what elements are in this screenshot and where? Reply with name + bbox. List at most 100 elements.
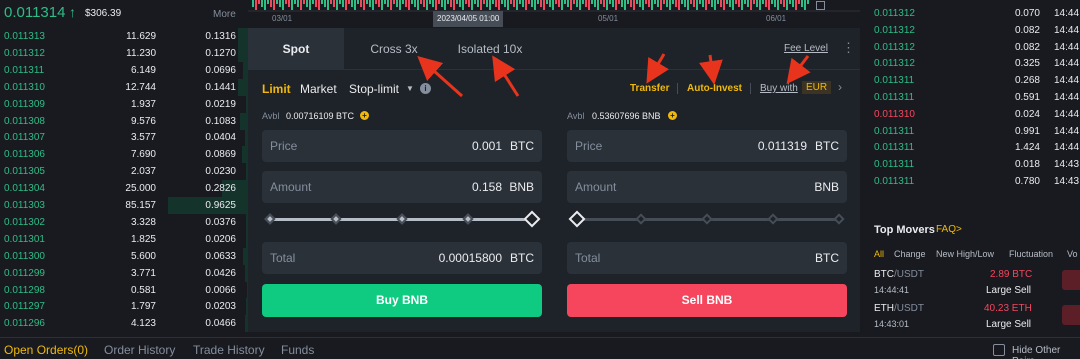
buy-price-field[interactable]: Price 0.001 BTC bbox=[262, 130, 542, 162]
volume-bar bbox=[453, 0, 455, 10]
volume-bar bbox=[390, 0, 392, 10]
chart-checkbox-icon[interactable] bbox=[816, 1, 825, 10]
trade-time: 14:44 bbox=[1054, 58, 1080, 70]
plus-circle-icon[interactable]: + bbox=[360, 111, 369, 120]
order-book-row[interactable]: 0.011300 5.600 0.0633 bbox=[0, 247, 248, 265]
order-book-row[interactable]: 0.011309 1.937 0.0219 bbox=[0, 95, 248, 113]
order-book-row[interactable]: 0.011311 6.149 0.0696 bbox=[0, 61, 248, 79]
row-total: 0.0869 bbox=[205, 149, 236, 161]
trade-price: 0.011312 bbox=[874, 8, 915, 19]
buy-amount-field[interactable]: Amount 0.158 BNB bbox=[262, 171, 542, 203]
hide-pairs-checkbox[interactable] bbox=[993, 344, 1005, 356]
buy-total-field[interactable]: Total 0.00015800 BTC bbox=[262, 242, 542, 274]
order-type-limit[interactable]: Limit bbox=[262, 82, 291, 96]
order-book-row[interactable]: 0.011304 25.000 0.2826 bbox=[0, 180, 248, 198]
filter-new-high-low[interactable]: New High/Low bbox=[936, 249, 994, 259]
currency-badge[interactable]: EUR bbox=[802, 81, 832, 94]
sell-amount-field[interactable]: Amount BNB bbox=[567, 171, 847, 203]
slider-stop[interactable] bbox=[767, 213, 779, 225]
tab-funds[interactable]: Funds bbox=[281, 343, 314, 357]
slider-stop[interactable] bbox=[833, 213, 845, 225]
order-book-row[interactable]: 0.011301 1.825 0.0206 bbox=[0, 230, 248, 248]
trade-row: 0.011311 0.268 14:44 bbox=[860, 73, 1080, 89]
row-total: 0.0426 bbox=[205, 267, 236, 279]
sell-amount-slider[interactable] bbox=[568, 210, 845, 228]
field-value[interactable]: 0.011319 bbox=[758, 130, 807, 162]
field-unit: BNB bbox=[814, 180, 839, 194]
market-trades: 0.011312 0.070 14:44 0.011312 0.082 14:44 0.01… bbox=[860, 0, 1080, 190]
buy-with-link[interactable]: Buy with bbox=[760, 83, 798, 94]
plus-circle-icon[interactable]: + bbox=[668, 111, 677, 120]
volume-bar bbox=[414, 0, 416, 7]
price-chart[interactable]: 03/01 05/01 06/01 2023/04/05 01:00 bbox=[248, 0, 860, 28]
volume-bar bbox=[498, 0, 500, 10]
sell-price-field[interactable]: Price 0.011319 BTC bbox=[567, 130, 847, 162]
order-book-row[interactable]: 0.011296 4.123 0.0466 bbox=[0, 315, 248, 332]
mover-label: Large Sell bbox=[986, 285, 1032, 296]
slider-stop[interactable] bbox=[462, 213, 474, 225]
buy-amount-slider[interactable] bbox=[264, 210, 541, 228]
slider-stop[interactable] bbox=[701, 213, 713, 225]
fee-level-link[interactable]: Fee Level bbox=[784, 43, 828, 54]
trade-amount: 0.325 bbox=[1014, 58, 1040, 70]
order-type-stop-limit[interactable]: Stop-limit bbox=[349, 82, 399, 96]
order-book-row[interactable]: 0.011305 2.037 0.0230 bbox=[0, 163, 248, 181]
volume-bar bbox=[510, 0, 512, 4]
row-amount: 7.690 bbox=[130, 149, 156, 161]
slider-stop[interactable] bbox=[635, 213, 647, 225]
sell-button[interactable]: Sell BNB bbox=[567, 284, 847, 317]
order-book-row[interactable]: 0.011298 0.581 0.0066 bbox=[0, 281, 248, 299]
order-book-row[interactable]: 0.011303 85.157 0.9625 bbox=[0, 197, 248, 214]
more-link[interactable]: More bbox=[213, 9, 236, 20]
transfer-link[interactable]: Transfer bbox=[630, 83, 669, 94]
faq-link[interactable]: FAQ> bbox=[936, 224, 962, 235]
order-book-row[interactable]: 0.011307 3.577 0.0404 bbox=[0, 129, 248, 147]
trade-amount: 0.991 bbox=[1014, 125, 1040, 137]
buy-button[interactable]: Buy BNB bbox=[262, 284, 542, 317]
filter-fluctuation[interactable]: Fluctuation bbox=[1009, 249, 1053, 259]
caret-down-icon[interactable]: ▼ bbox=[406, 84, 414, 93]
auto-invest-link[interactable]: Auto-Invest bbox=[687, 83, 742, 94]
tab-cross[interactable]: Cross 3x bbox=[364, 28, 424, 70]
depth-bar bbox=[238, 44, 248, 62]
top-movers-title: Top Movers bbox=[874, 224, 935, 236]
filter-volume[interactable]: Vo bbox=[1067, 249, 1078, 259]
volume-bar bbox=[411, 0, 413, 4]
field-value[interactable]: 0.00015800 bbox=[439, 242, 502, 274]
tab-isolated[interactable]: Isolated 10x bbox=[450, 28, 530, 70]
field-label: Price bbox=[575, 139, 603, 153]
order-book-row[interactable]: 0.011312 11.230 0.1270 bbox=[0, 44, 248, 62]
order-book-row[interactable]: 0.011299 3.771 0.0426 bbox=[0, 264, 248, 282]
order-book-row[interactable]: 0.011306 7.690 0.0869 bbox=[0, 146, 248, 164]
field-unit: BNB bbox=[509, 180, 534, 194]
slider-thumb[interactable] bbox=[523, 210, 541, 228]
chevron-right-icon[interactable]: › bbox=[838, 80, 842, 94]
filter-all[interactable]: All bbox=[874, 249, 884, 259]
slider-stop[interactable] bbox=[396, 213, 408, 225]
order-type-market[interactable]: Market bbox=[300, 82, 337, 96]
info-icon[interactable]: i bbox=[420, 83, 431, 94]
tab-open-orders[interactable]: Open Orders(0) bbox=[4, 343, 88, 357]
volume-bar bbox=[360, 0, 362, 7]
order-book-row[interactable]: 0.011302 3.328 0.0376 bbox=[0, 213, 248, 231]
row-amount: 3.577 bbox=[130, 132, 156, 144]
volume-bar bbox=[666, 0, 668, 7]
filter-change[interactable]: Change bbox=[894, 249, 926, 259]
slider-stop[interactable] bbox=[264, 213, 276, 225]
slider-stop[interactable] bbox=[330, 213, 342, 225]
order-book-row[interactable]: 0.011310 12.744 0.1441 bbox=[0, 78, 248, 96]
volume-bar bbox=[549, 0, 551, 7]
field-value[interactable]: 0.158 bbox=[472, 171, 502, 203]
field-value[interactable]: 0.001 bbox=[472, 130, 502, 162]
order-book-row[interactable]: 0.011297 1.797 0.0203 bbox=[0, 298, 248, 316]
order-book-row[interactable]: 0.011308 9.576 0.1083 bbox=[0, 112, 248, 130]
row-price: 0.011296 bbox=[4, 318, 45, 330]
sell-total-field[interactable]: Total BTC bbox=[567, 242, 847, 274]
slider-thumb[interactable] bbox=[568, 210, 586, 228]
volume-bar bbox=[516, 0, 518, 10]
order-book-row[interactable]: 0.011313 11.629 0.1316 bbox=[0, 28, 248, 45]
more-vert-icon[interactable]: ⋮ bbox=[842, 40, 855, 56]
tab-order-history[interactable]: Order History bbox=[104, 343, 175, 357]
tab-trade-history[interactable]: Trade History bbox=[193, 343, 265, 357]
tab-spot[interactable]: Spot bbox=[248, 28, 344, 70]
